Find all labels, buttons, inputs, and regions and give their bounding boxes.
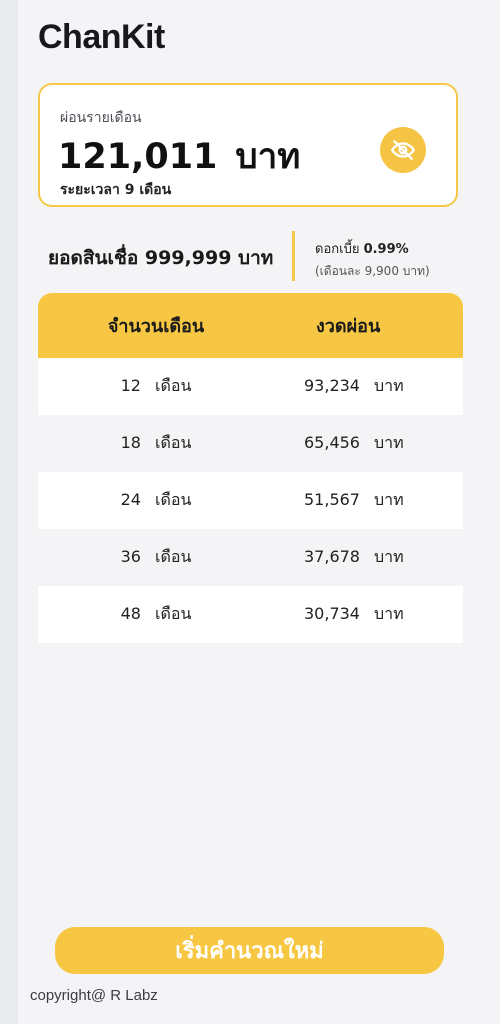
row-payment: 93,234 บาท — [274, 374, 463, 399]
months-value: 36 — [120, 547, 141, 566]
copyright-text: copyright@ R Labz — [30, 987, 158, 1004]
table-row: 12 เดือน 93,234 บาท — [38, 358, 463, 415]
payment-value: 37,678 — [304, 547, 360, 566]
row-months: 24 เดือน — [38, 488, 274, 513]
table-header: จำนวนเดือน งวดผ่อน — [38, 293, 463, 358]
loan-total: ยอดสินเชื่อ 999,999 บาท — [48, 247, 274, 269]
months-unit: เดือน — [154, 490, 192, 509]
payment-value: 93,234 — [304, 376, 360, 395]
months-unit: เดือน — [154, 547, 192, 566]
app-screen: ChanKit ผ่อนรายเดือน 121,011 บาท ระยะเวลา… — [18, 0, 500, 1024]
row-months: 12 เดือน — [38, 374, 274, 399]
months-value: 48 — [120, 604, 141, 623]
payment-unit: บาท — [373, 433, 404, 452]
restart-calculation-button[interactable]: เริ่มคำนวณใหม่ — [55, 927, 444, 974]
payment-unit: บาท — [373, 547, 404, 566]
table-row: 18 เดือน 65,456 บาท — [38, 415, 463, 472]
row-payment: 65,456 บาท — [274, 431, 463, 456]
monthly-payment-amount: 121,011 บาท — [58, 129, 300, 184]
payment-value: 51,567 — [304, 490, 360, 509]
months-unit: เดือน — [154, 433, 192, 452]
payment-unit: บาท — [373, 376, 404, 395]
monthly-payment-card: ผ่อนรายเดือน 121,011 บาท ระยะเวลา 9 เดือน — [38, 83, 458, 207]
app-logo: ChanKit — [38, 18, 165, 56]
row-months: 36 เดือน — [38, 545, 274, 570]
installment-table: จำนวนเดือน งวดผ่อน 12 เดือน 93,234 บาท 18 เ… — [38, 293, 463, 643]
monthly-payment-value: 121,011 — [58, 137, 218, 177]
loan-period: ระยะเวลา 9 เดือน — [60, 182, 172, 198]
header-months: จำนวนเดือน — [107, 316, 205, 337]
row-payment: 37,678 บาท — [274, 545, 463, 570]
payment-value: 65,456 — [304, 433, 360, 452]
row-months: 18 เดือน — [38, 431, 274, 456]
interest-label: ดอกเบี้ย — [315, 242, 360, 257]
monthly-payment-label: ผ่อนรายเดือน — [60, 110, 142, 126]
months-unit: เดือน — [154, 604, 192, 623]
toggle-visibility-button[interactable] — [380, 127, 426, 173]
table-row: 48 เดือน 30,734 บาท — [38, 586, 463, 643]
payment-value: 30,734 — [304, 604, 360, 623]
months-value: 18 — [120, 433, 141, 452]
months-unit: เดือน — [154, 376, 192, 395]
row-payment: 51,567 บาท — [274, 488, 463, 513]
row-payment: 30,734 บาท — [274, 602, 463, 627]
row-months: 48 เดือน — [38, 602, 274, 627]
months-value: 24 — [120, 490, 141, 509]
interest-rate: 0.99% — [363, 242, 409, 257]
monthly-payment-unit: บาท — [235, 137, 301, 177]
eye-slash-icon — [390, 140, 416, 160]
header-installment: งวดผ่อน — [316, 316, 381, 337]
info-divider — [292, 231, 295, 281]
payment-unit: บาท — [373, 604, 404, 623]
interest-info: ดอกเบี้ย 0.99% (เดือนละ 9,900 บาท) — [315, 238, 430, 281]
months-value: 12 — [120, 376, 141, 395]
table-row: 36 เดือน 37,678 บาท — [38, 529, 463, 586]
table-row: 24 เดือน 51,567 บาท — [38, 472, 463, 529]
interest-monthly: (เดือนละ 9,900 บาท) — [315, 264, 430, 278]
payment-unit: บาท — [373, 490, 404, 509]
